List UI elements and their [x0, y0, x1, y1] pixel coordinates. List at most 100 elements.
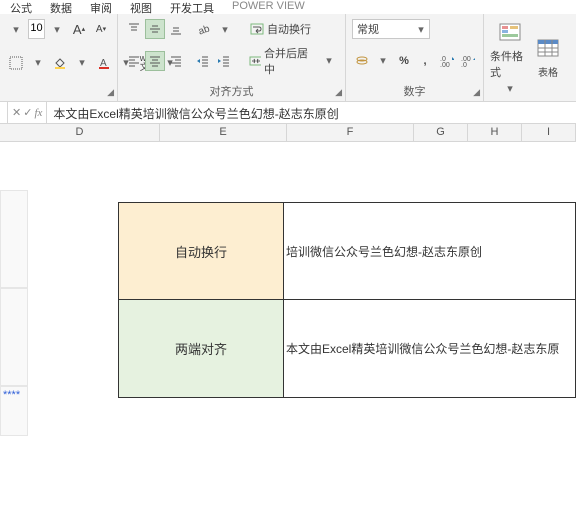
orientation-icon: ab — [197, 22, 211, 36]
fill-color-button[interactable] — [50, 53, 70, 73]
cell-text: 两端对齐 — [175, 339, 227, 358]
svg-text:.00: .00 — [440, 62, 450, 68]
font-color-icon: A — [97, 56, 111, 70]
row-header[interactable]: **** — [0, 386, 28, 436]
fill-color-dropdown[interactable]: ▾ — [72, 53, 92, 73]
outdent-icon — [196, 54, 210, 68]
align-left-icon — [127, 54, 141, 68]
align-right-icon — [169, 54, 183, 68]
fx-button[interactable]: fx — [34, 107, 42, 119]
number-format-combo[interactable]: 常规 ▾ — [352, 19, 430, 39]
table-format-button[interactable]: 表格 — [532, 18, 564, 99]
border-button[interactable] — [6, 53, 26, 73]
spreadsheet-grid[interactable]: **** 自动换行 培训微信公众号兰色幻想-赵志东原创 两端对齐 本文由Exce… — [0, 142, 576, 502]
cancel-formula-button[interactable]: ✕ — [12, 106, 21, 119]
menu-view[interactable]: 视图 — [130, 0, 152, 14]
border-icon — [9, 56, 23, 70]
confirm-formula-button[interactable]: ✓ — [23, 106, 32, 119]
decrease-decimal-button[interactable]: .00.0 — [458, 51, 478, 71]
increase-indent-button[interactable] — [214, 51, 234, 71]
accounting-dropdown[interactable]: ▾ — [373, 51, 393, 71]
cell-wrap-label[interactable]: 自动换行 — [118, 202, 284, 300]
cond-format-label: 条件格式 — [490, 48, 530, 80]
number-group-label: 数字 — [352, 81, 477, 99]
cell-text: 本文由Excel精英培训微信公众号兰色幻想-赵志东原 — [286, 340, 559, 357]
name-box[interactable] — [0, 102, 8, 123]
col-H[interactable]: H — [468, 124, 522, 141]
cell-wrap-content[interactable]: 培训微信公众号兰色幻想-赵志东原创 — [284, 202, 576, 300]
alignment-dialog-launcher[interactable]: ◢ — [335, 87, 342, 98]
menu-data[interactable]: 数据 — [50, 0, 72, 14]
font-color-button[interactable]: A — [94, 53, 114, 73]
align-top-button[interactable] — [124, 19, 144, 39]
align-top-icon — [127, 22, 141, 36]
percent-button[interactable]: % — [394, 51, 414, 71]
stars-text: **** — [1, 387, 27, 403]
align-left-button[interactable] — [124, 51, 144, 71]
row-headers: **** — [0, 190, 28, 436]
inc-decimal-icon: .0.00 — [440, 54, 454, 68]
chevron-down-icon: ▾ — [417, 23, 425, 36]
increase-decimal-button[interactable]: .0.00 — [437, 51, 457, 71]
indent-icon — [217, 54, 231, 68]
increase-font-button[interactable]: A▴ — [69, 19, 89, 39]
row-header[interactable] — [0, 190, 28, 288]
table-format-label: 表格 — [538, 64, 558, 79]
cell-justify-label[interactable]: 两端对齐 — [118, 300, 284, 398]
menu-powerview[interactable]: POWER VIEW — [232, 0, 305, 14]
formula-input[interactable]: 本文由Excel精英培训微信公众号兰色幻想-赵志东原创 — [47, 102, 576, 123]
cell-text: 培训微信公众号兰色幻想-赵志东原创 — [286, 243, 482, 260]
column-headers: D E F G H I — [0, 124, 576, 142]
menu-bar: 公式 数据 审阅 视图 开发工具 POWER VIEW — [0, 0, 576, 14]
col-I[interactable]: I — [522, 124, 576, 141]
row-header[interactable] — [0, 288, 28, 386]
col-F[interactable]: F — [287, 124, 414, 141]
align-bottom-icon — [169, 22, 183, 36]
font-group-label — [6, 85, 111, 99]
number-group: 常规 ▾ ▾ % , .0.00 .00.0 数字 ◢ — [346, 14, 484, 101]
menu-formula[interactable]: 公式 — [10, 0, 32, 14]
alignment-group-label: 对齐方式 — [124, 81, 339, 99]
number-format-value: 常规 — [357, 21, 379, 37]
merge-center-button[interactable]: 合并后居中 — [244, 51, 318, 71]
decrease-indent-button[interactable] — [193, 51, 213, 71]
align-right-button[interactable] — [166, 51, 186, 71]
coin-icon — [355, 54, 369, 68]
merge-icon — [249, 54, 261, 68]
menu-devtools[interactable]: 开发工具 — [170, 0, 214, 14]
svg-text:ab: ab — [197, 23, 211, 36]
cond-format-icon — [498, 22, 522, 46]
wrap-icon — [250, 22, 264, 36]
align-bottom-button[interactable] — [166, 19, 186, 39]
col-E[interactable]: E — [160, 124, 287, 141]
merge-label: 合并后居中 — [264, 45, 313, 77]
font-dropdown[interactable]: ▾ — [6, 19, 26, 39]
align-center-icon — [148, 54, 162, 68]
cell-text: 自动换行 — [175, 242, 227, 261]
wrap-label: 自动换行 — [267, 21, 311, 37]
align-middle-button[interactable] — [145, 19, 165, 39]
border-dropdown[interactable]: ▾ — [28, 53, 48, 73]
align-center-button[interactable] — [145, 51, 165, 71]
font-group: ▾ 10 ▾ A▴ A▾ ▾ ▾ A ▾ wén文▾ ◢ — [0, 14, 118, 101]
accounting-format-button[interactable] — [352, 51, 372, 71]
font-size-input[interactable]: 10 — [28, 19, 45, 39]
styles-group: 条件格式 ▾ 表格 — [484, 14, 576, 101]
decrease-font-button[interactable]: A▾ — [91, 19, 111, 39]
alignment-group: ab ▾ 自动换行 合并后居中 ▾ 对齐方式 ◢ — [118, 14, 346, 101]
align-middle-icon — [148, 22, 162, 36]
wrap-text-button[interactable]: 自动换行 — [245, 19, 316, 39]
menu-review[interactable]: 审阅 — [90, 0, 112, 14]
col-D[interactable]: D — [0, 124, 160, 141]
number-dialog-launcher[interactable]: ◢ — [473, 87, 480, 98]
font-dialog-launcher[interactable]: ◢ — [107, 87, 114, 98]
orientation-button[interactable]: ab — [194, 19, 214, 39]
merge-dropdown[interactable]: ▾ — [319, 51, 339, 71]
comma-button[interactable]: , — [415, 51, 435, 71]
orientation-dropdown[interactable]: ▾ — [215, 19, 235, 39]
conditional-format-button[interactable]: 条件格式 ▾ — [490, 18, 530, 99]
svg-text:.0: .0 — [461, 62, 467, 68]
col-G[interactable]: G — [414, 124, 468, 141]
cell-justify-content[interactable]: 本文由Excel精英培训微信公众号兰色幻想-赵志东原 — [284, 300, 576, 398]
font-size-dropdown[interactable]: ▾ — [47, 19, 67, 39]
